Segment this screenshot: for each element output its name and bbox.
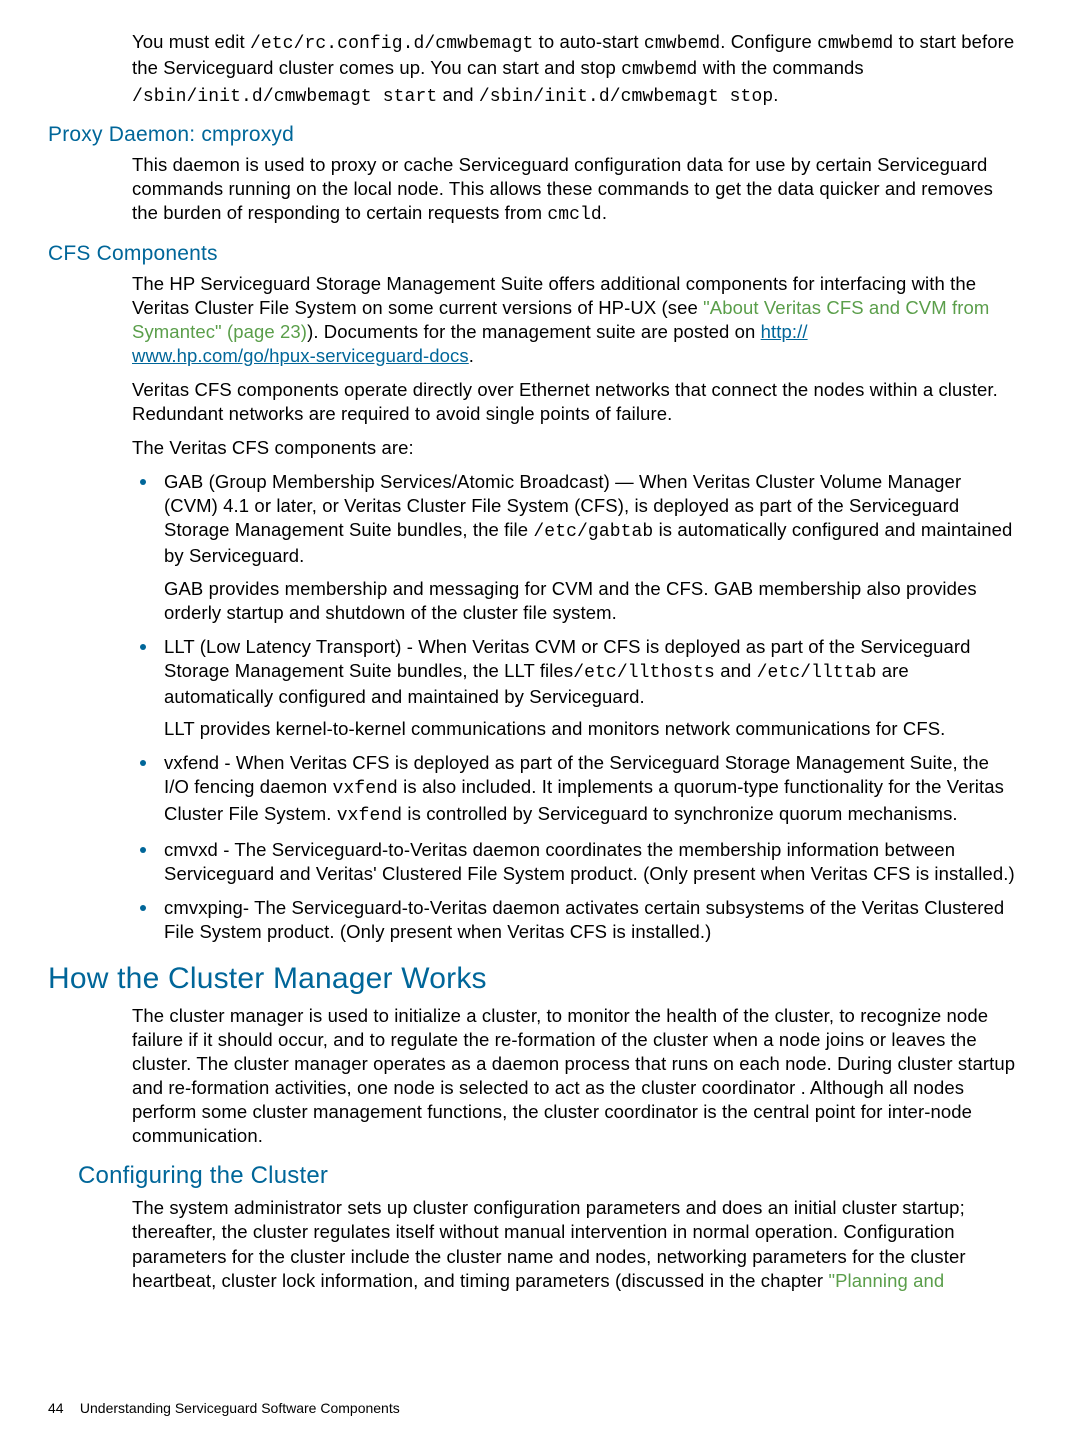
code: /sbin/init.d/cmwbemagt start: [132, 87, 437, 107]
cfs-block: The HP Serviceguard Storage Management S…: [132, 272, 1018, 945]
how-paragraph: The cluster manager is used to initializ…: [132, 1004, 1018, 1148]
text: ). Documents for the management suite ar…: [307, 321, 761, 342]
code: /etc/rc.config.d/cmwbemagt: [250, 34, 533, 54]
code: cmwbemd: [817, 34, 893, 54]
intro-block: You must edit /etc/rc.config.d/cmwbemagt…: [132, 30, 1018, 109]
link-text: www.hp.com/go/hpux-serviceguard-docs: [132, 345, 469, 366]
proxy-block: This daemon is used to proxy or cache Se…: [132, 153, 1018, 227]
list-item: cmvxd - The Serviceguard-to-Veritas daem…: [132, 838, 1018, 886]
heading-how-cluster-manager-works: How the Cluster Manager Works: [48, 962, 1018, 996]
heading-cfs-components: CFS Components: [48, 242, 1018, 266]
cfs-p3: The Veritas CFS components are:: [132, 436, 1018, 460]
text: is controlled by Serviceguard to synchro…: [402, 803, 957, 824]
list-item: GAB (Group Membership Services/Atomic Br…: [132, 470, 1018, 625]
code: /etc/llttab: [757, 663, 877, 683]
intro-paragraph: You must edit /etc/rc.config.d/cmwbemagt…: [132, 30, 1018, 109]
cross-ref-link[interactable]: "Planning and: [828, 1270, 944, 1291]
cfs-p2: Veritas CFS components operate directly …: [132, 378, 1018, 426]
text: to auto-start: [533, 31, 644, 52]
code: cmwbemd: [621, 60, 697, 80]
list-item: LLT (Low Latency Transport) - When Verit…: [132, 635, 1018, 742]
cfs-p1: The HP Serviceguard Storage Management S…: [132, 272, 1018, 368]
page: You must edit /etc/rc.config.d/cmwbemagt…: [0, 0, 1080, 1438]
sub-paragraph: GAB provides membership and messaging fo…: [164, 577, 1018, 625]
sub-paragraph: LLT provides kernel-to-kernel communicat…: [164, 717, 1018, 741]
text: and: [437, 84, 479, 105]
cfs-list: GAB (Group Membership Services/Atomic Br…: [132, 470, 1018, 944]
list-item: vxfend - When Veritas CFS is deployed as…: [132, 751, 1018, 828]
link-text: http://: [761, 321, 808, 342]
how-block: The cluster manager is used to initializ…: [132, 1004, 1018, 1148]
config-paragraph: The system administrator sets up cluster…: [132, 1196, 1018, 1292]
footer-title: Understanding Serviceguard Software Comp…: [80, 1400, 400, 1416]
code: vxfend: [337, 806, 402, 826]
config-block: The system administrator sets up cluster…: [132, 1196, 1018, 1292]
text: You must edit: [132, 31, 250, 52]
proxy-paragraph: This daemon is used to proxy or cache Se…: [132, 153, 1018, 227]
code: cmcld: [547, 205, 602, 225]
text: and: [715, 660, 757, 681]
page-number: 44: [48, 1400, 76, 1416]
text: with the commands: [697, 57, 863, 78]
code: /sbin/init.d/cmwbemagt stop: [479, 87, 773, 107]
heading-configuring-cluster: Configuring the Cluster: [78, 1162, 1018, 1190]
text: .: [602, 202, 607, 223]
code: vxfend: [333, 779, 398, 799]
heading-proxy-daemon: Proxy Daemon: cmproxyd: [48, 123, 1018, 147]
text: cmvxd - The Serviceguard-to-Veritas daem…: [164, 839, 1015, 884]
text: .: [469, 345, 474, 366]
text: cmvxping- The Serviceguard-to-Veritas da…: [164, 897, 1004, 942]
code: cmwbemd: [644, 34, 720, 54]
code: /etc/gabtab: [533, 522, 653, 542]
page-footer: 44 Understanding Serviceguard Software C…: [48, 1400, 400, 1416]
code: /etc/llthosts: [573, 663, 715, 683]
list-item: cmvxping- The Serviceguard-to-Veritas da…: [132, 896, 1018, 944]
text: .: [773, 84, 778, 105]
text: . Configure: [720, 31, 817, 52]
